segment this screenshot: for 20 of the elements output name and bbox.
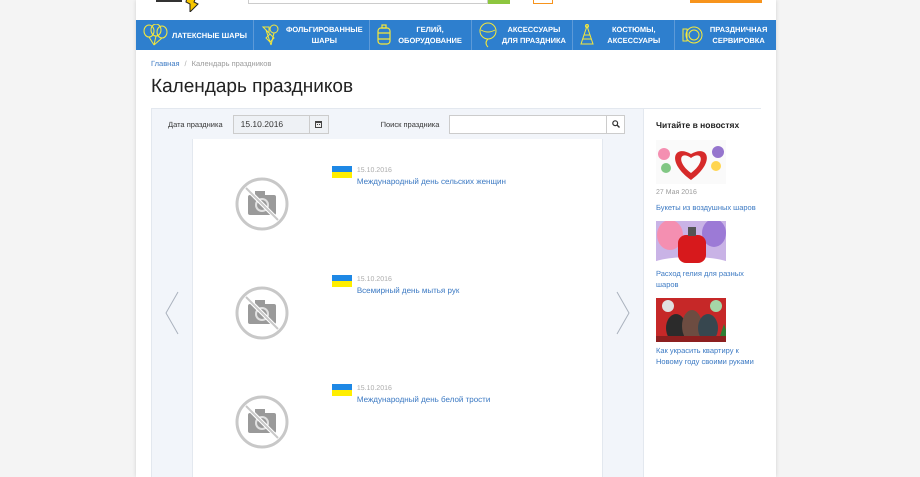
event-link[interactable]: Международный день сельских женщин xyxy=(356,176,506,188)
event-link[interactable]: Всемирный день мытья рук xyxy=(356,285,460,296)
category-icon xyxy=(142,24,168,46)
category-icon xyxy=(579,24,596,46)
category-icon xyxy=(681,25,704,45)
calendar-icon[interactable] xyxy=(315,120,322,128)
no-photo-icon xyxy=(234,394,290,450)
flag-icon xyxy=(332,166,352,178)
date-field[interactable]: 15.10.2016 xyxy=(232,114,329,134)
holiday-search-field[interactable] xyxy=(449,114,626,134)
news-heading: Читайте в новостях xyxy=(656,119,740,132)
flag-icon xyxy=(332,275,352,288)
no-photo-icon xyxy=(234,285,290,342)
search-icon[interactable] xyxy=(612,120,620,128)
flag-icon xyxy=(332,384,352,396)
no-photo-icon xyxy=(234,176,290,232)
category-icon xyxy=(478,22,498,48)
page-title: Календарь праздников xyxy=(151,75,354,100)
event-link[interactable]: Международный день белой трости xyxy=(356,394,490,406)
category-icon xyxy=(376,24,392,46)
